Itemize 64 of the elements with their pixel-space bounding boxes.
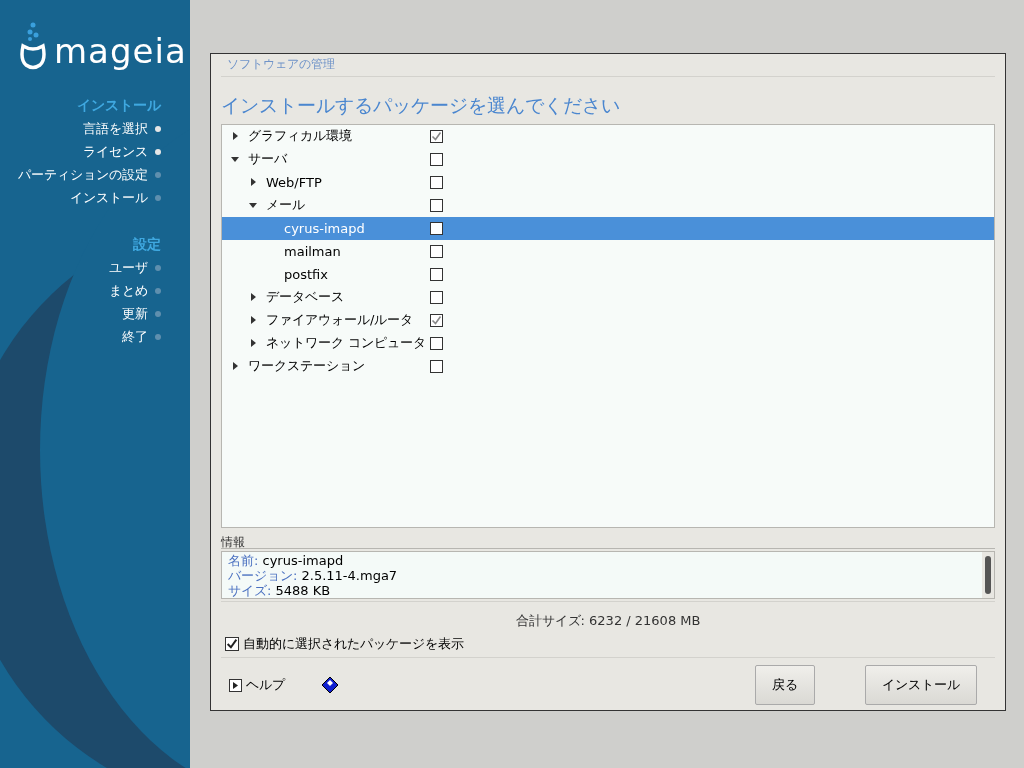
checkbox[interactable] — [430, 175, 443, 189]
auto-select-checkbox[interactable]: 自動的に選択されたパッケージを表示 — [221, 631, 995, 656]
tree-row[interactable]: メール — [222, 193, 994, 217]
checkbox[interactable] — [430, 244, 443, 258]
section-title: インストール — [76, 96, 162, 115]
tree-row[interactable]: ネットワーク コンピュータ — [222, 331, 994, 355]
checkbox[interactable] — [430, 267, 443, 281]
step-label: ユーザ — [109, 258, 148, 277]
tree-item-label: グラフィカル環境 — [248, 127, 352, 146]
checkbox[interactable] — [430, 359, 443, 373]
checkbox[interactable] — [430, 313, 443, 327]
window-title: ソフトウェアの管理 — [226, 56, 336, 73]
info-line: 名前: cyrus-imapd — [228, 552, 345, 568]
tree-item-label: メール — [266, 196, 305, 215]
section-title: 設定 — [132, 235, 162, 254]
info-line: バージョン: 2.5.11-4.mga7 — [228, 567, 399, 583]
checkbox[interactable] — [430, 336, 443, 350]
checkbox[interactable] — [430, 152, 443, 166]
tree-item-label: cyrus-imapd — [284, 220, 365, 236]
step-label: インストール — [70, 188, 148, 207]
checkbox-label: 自動的に選択されたパッケージを表示 — [243, 634, 464, 653]
tree-item-label: ワークステーション — [248, 357, 365, 376]
logo-text: mageia — [54, 34, 187, 70]
step-label: 言語を選択 — [83, 119, 148, 138]
total-size: 合計サイズ: 6232 / 21608 MB — [514, 611, 702, 630]
caret-right-icon[interactable] — [248, 338, 258, 349]
caret-right-icon[interactable] — [230, 131, 240, 142]
checkbox[interactable] — [225, 636, 239, 651]
tree-row[interactable]: ワークステーション — [222, 354, 994, 378]
dialog-button[interactable]: インストール — [865, 665, 977, 706]
tree-row[interactable]: ファイアウォール/ルータ — [222, 308, 994, 332]
tree-item-label: ファイアウォール/ルータ — [266, 311, 414, 330]
checkbox[interactable] — [430, 290, 443, 304]
checkbox[interactable] — [430, 129, 443, 143]
caret-right-icon[interactable] — [248, 177, 258, 188]
caret-right-icon[interactable] — [248, 315, 258, 326]
step-label: 終了 — [122, 327, 148, 346]
step-label: 更新 — [122, 304, 148, 323]
checkbox[interactable] — [430, 221, 443, 235]
diskette-icon[interactable] — [321, 676, 339, 695]
tree-item-label: サーバ — [248, 150, 287, 169]
checkbox[interactable] — [430, 198, 443, 212]
heading: インストールするパッケージを選んでください — [221, 92, 621, 118]
tree-row[interactable]: サーバ — [222, 147, 994, 171]
caret-right-icon[interactable] — [230, 361, 240, 372]
tree-row[interactable]: mailman — [222, 239, 994, 263]
tree-row[interactable]: グラフィカル環境 — [222, 124, 994, 148]
tree-item-label: ネットワーク コンピュータ — [266, 334, 427, 353]
step-label: ライセンス — [83, 142, 148, 161]
scrollbar[interactable] — [982, 551, 994, 598]
tree-item-label: mailman — [284, 243, 341, 259]
help-expander[interactable]: ヘルプ — [221, 676, 285, 695]
step-label: パーティションの設定 — [18, 165, 148, 184]
tree-row[interactable]: Web/FTP — [222, 170, 994, 194]
caret-right-icon[interactable] — [248, 292, 258, 303]
tree-item-label: Web/FTP — [266, 174, 322, 190]
tree-item-label: postfix — [284, 266, 328, 282]
info-title: 情報 — [221, 533, 995, 549]
tree-row[interactable]: データベース — [222, 285, 994, 309]
tree-row[interactable]: postfix — [222, 262, 994, 286]
dialog-button[interactable]: 戻る — [755, 665, 815, 706]
step-label: まとめ — [109, 281, 148, 300]
info-line: サイズ: 5488 KB — [228, 582, 331, 598]
tree-item-label: データベース — [266, 288, 344, 307]
